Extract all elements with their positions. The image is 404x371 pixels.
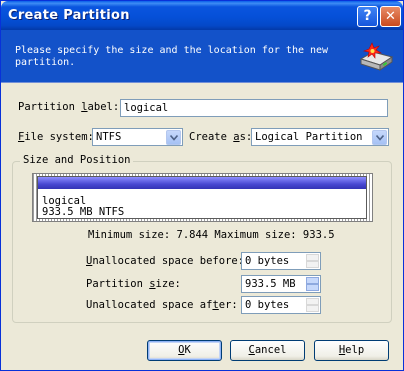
title-bar[interactable]: Create Partition ? ✕ — [1, 1, 403, 30]
caption-part: ile system: — [24, 131, 94, 143]
spin-up-icon[interactable] — [306, 254, 319, 261]
button-label: ancel — [254, 344, 287, 356]
create-partition-dialog: Create Partition ? ✕ Please specify the … — [0, 0, 404, 371]
new-partition-icon — [359, 42, 394, 71]
partition-size-caption: Partition size: — [86, 278, 181, 290]
unallocated-after-caption: Unallocated space after: — [86, 299, 238, 311]
partition-label-input[interactable]: logical — [120, 99, 388, 117]
help-button[interactable]: Help — [314, 340, 389, 361]
stepper-buttons[interactable] — [306, 277, 319, 291]
create-as-caption: Create as: — [189, 131, 252, 143]
caption-part: abel: — [87, 101, 120, 113]
caption-part: Partition — [86, 278, 150, 290]
ok-button[interactable]: OK — [147, 340, 222, 361]
caption-part: Unallocated space af — [86, 299, 213, 311]
file-system-caption: File system: — [18, 131, 94, 143]
file-system-select[interactable]: NTFS — [92, 128, 183, 146]
spin-down-icon[interactable] — [306, 261, 319, 268]
header-description: Please specify the size and the location… — [15, 45, 329, 68]
chevron-down-icon[interactable] — [166, 130, 181, 145]
cancel-button[interactable]: Cancel — [230, 340, 305, 361]
button-label: elp — [345, 344, 365, 356]
spin-down-icon[interactable] — [306, 284, 319, 291]
caption-part: Partition — [18, 101, 82, 113]
button-label: K — [184, 344, 191, 356]
stepper-buttons[interactable] — [306, 298, 319, 312]
unallocated-after-value: 0 bytes — [245, 299, 290, 311]
unallocated-before-value: 0 bytes — [245, 255, 290, 267]
header-banner: Please specify the size and the location… — [1, 30, 403, 83]
min-max-size: Minimum size: 7.844 Maximum size: 933.5 — [88, 229, 335, 241]
close-button[interactable]: ✕ — [380, 6, 401, 27]
caption-part: Create — [189, 131, 234, 143]
create-as-select[interactable]: Logical Partition — [251, 128, 389, 146]
stepper-buttons[interactable] — [306, 254, 319, 268]
unallocated-before-stepper[interactable]: 0 bytes — [241, 252, 321, 270]
help-title-button[interactable]: ? — [357, 6, 378, 27]
spin-up-icon[interactable] — [306, 277, 319, 284]
window-title: Create Partition — [8, 8, 130, 23]
file-system-value: NTFS — [96, 131, 122, 143]
partition-label-caption: Partition label: — [18, 101, 119, 113]
caption-part: ize: — [155, 278, 181, 290]
unallocated-after-stepper[interactable]: 0 bytes — [241, 296, 321, 314]
partition-size-value: 933.5 MB — [245, 278, 296, 290]
caption-part: nallocated space before: — [92, 255, 245, 267]
spin-down-icon[interactable] — [306, 305, 319, 312]
partition-block-info: 933.5 MB NTFS — [42, 206, 125, 218]
chevron-down-icon[interactable] — [372, 130, 387, 145]
unallocated-before-caption: Unallocated space before: — [86, 255, 244, 267]
group-title: Size and Position — [20, 154, 134, 166]
create-as-value: Logical Partition — [255, 131, 363, 143]
caption-part: er: — [218, 299, 238, 311]
partition-bar[interactable] — [38, 177, 366, 189]
partition-size-stepper[interactable]: 933.5 MB — [241, 275, 321, 293]
spin-up-icon[interactable] — [306, 298, 319, 305]
